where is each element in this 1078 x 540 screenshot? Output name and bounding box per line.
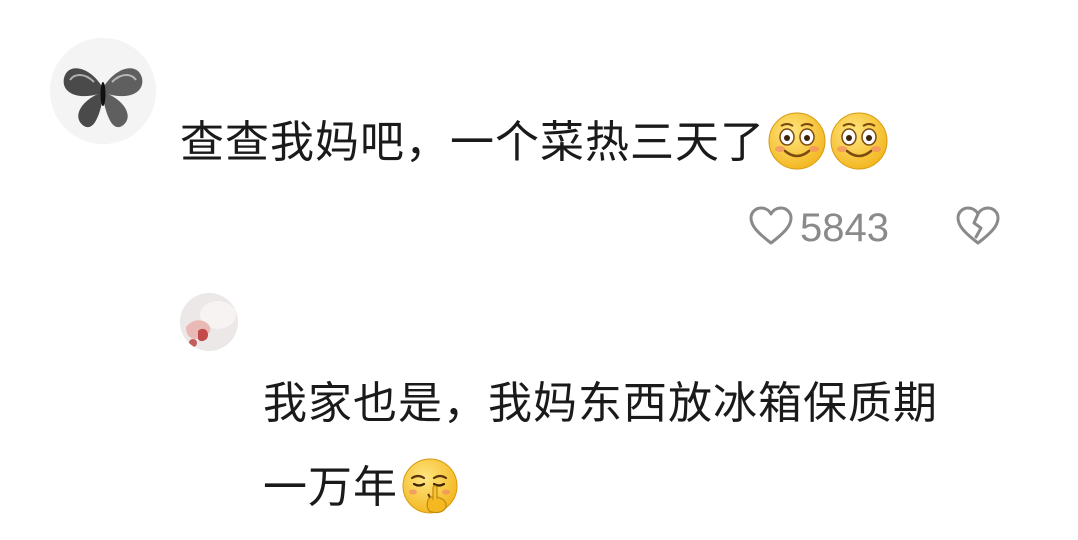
smile-emoji (767, 111, 827, 171)
dislike-button[interactable] (955, 205, 1001, 251)
like-count: 5843 (800, 205, 889, 250)
butterfly-ink-icon (50, 38, 156, 144)
heart-outline-icon (748, 205, 794, 251)
comment-actions: 5843 (748, 200, 1001, 256)
broken-heart-icon (955, 205, 1001, 251)
comment-body: 查查我妈吧，一个菜热三天了 (180, 117, 765, 168)
reply-text-line: 一万年 (263, 458, 460, 520)
smile-emoji (829, 111, 889, 171)
reply-body-line2: 一万年 (263, 462, 398, 513)
reply-text-line: 我家也是，我妈东西放冰箱保质期 (263, 374, 938, 434)
reply-avatar[interactable] (180, 293, 238, 351)
user-photo-avatar (180, 293, 238, 351)
shush-emoji (400, 456, 460, 516)
comment-text: 查查我妈吧，一个菜热三天了 (180, 111, 889, 175)
commenter-avatar[interactable] (50, 38, 156, 144)
like-button[interactable]: 5843 (748, 205, 889, 251)
reply-body-line1: 我家也是，我妈东西放冰箱保质期 (263, 378, 938, 429)
